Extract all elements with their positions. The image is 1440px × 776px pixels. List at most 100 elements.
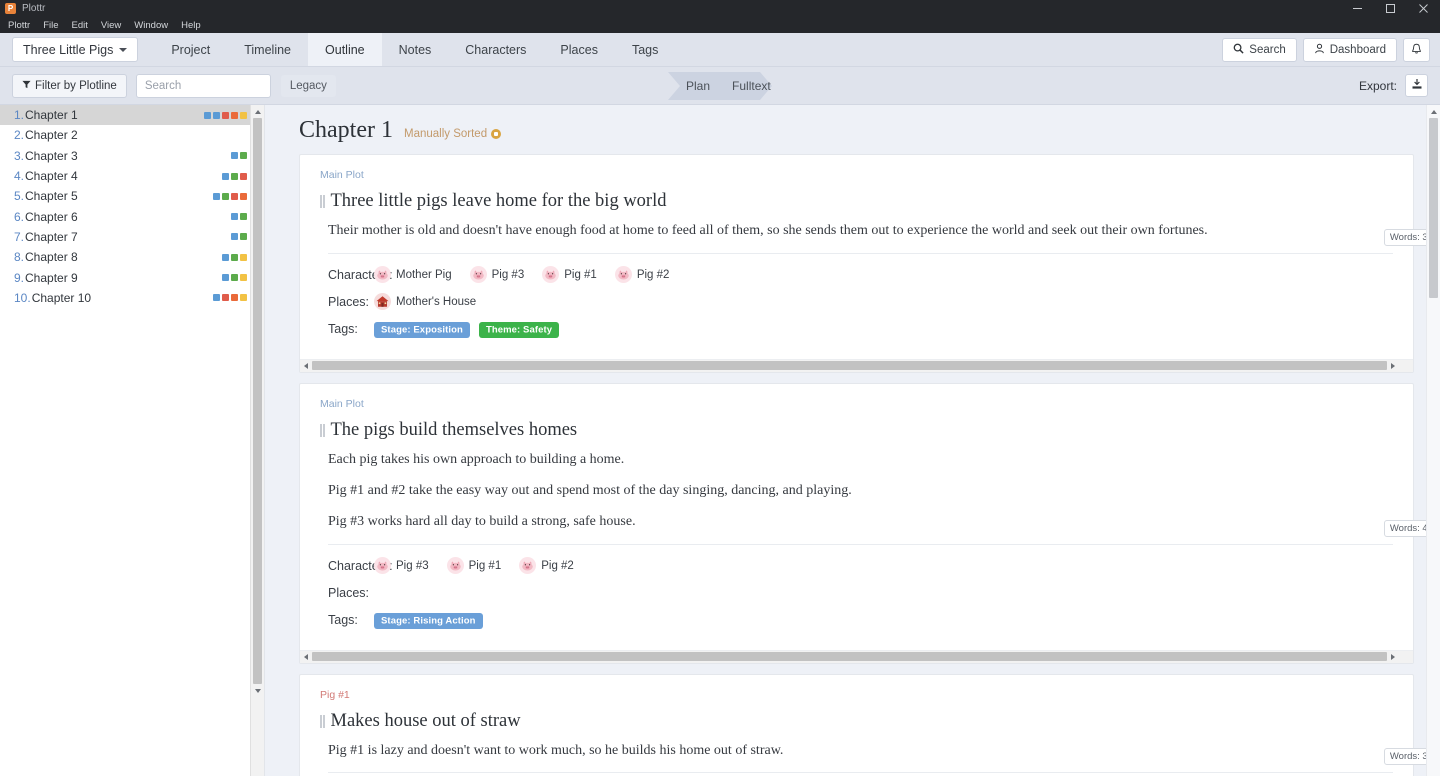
tab-project[interactable]: Project — [154, 33, 227, 66]
minimize-icon[interactable] — [1341, 0, 1374, 17]
main-scroll-up-icon[interactable] — [1427, 105, 1440, 118]
tag-badge[interactable]: Stage: Rising Action — [374, 613, 483, 630]
export-icon — [1411, 77, 1423, 95]
tags-row: Tags: Stage: Exposition Theme: Safety — [328, 318, 1393, 340]
sidebar-scrollbar[interactable] — [250, 105, 264, 776]
character-chip[interactable]: Pig #3 — [374, 557, 429, 575]
plotline-swatches — [222, 274, 247, 282]
chapter-label: Chapter 9 — [25, 270, 78, 285]
place-chip[interactable]: Mother's House — [374, 293, 477, 311]
main-scroll-thumb[interactable] — [1429, 118, 1438, 298]
characters-label: Characters: — [328, 558, 393, 573]
plotline-swatches — [222, 253, 247, 261]
character-chip[interactable]: Mother Pig — [374, 266, 452, 284]
plotline-swatch — [231, 172, 238, 180]
chapter-label: Chapter 1 — [25, 108, 78, 123]
menu-item-view[interactable]: View — [101, 20, 121, 31]
card-hscroll-thumb[interactable] — [312, 361, 1387, 371]
scroll-left-icon[interactable] — [300, 359, 312, 372]
drag-handle-icon[interactable] — [320, 714, 325, 728]
tab-characters[interactable]: Characters — [448, 33, 543, 66]
menu-item-plottr[interactable]: Plottr — [8, 20, 30, 31]
plotline-swatch — [240, 152, 247, 160]
chapter-label: Chapter 10 — [31, 290, 92, 305]
tag-badge[interactable]: Theme: Safety — [478, 322, 560, 339]
sidebar-item-chapter-7[interactable]: 7. Chapter 7 — [0, 227, 264, 247]
search-input[interactable] — [135, 73, 271, 98]
sidebar-item-chapter-6[interactable]: 6. Chapter 6 — [0, 206, 264, 226]
main-scrollbar[interactable] — [1426, 105, 1440, 776]
project-selector[interactable]: Three Little Pigs — [12, 37, 139, 62]
plotline-swatch — [213, 192, 220, 200]
tab-timeline[interactable]: Timeline — [227, 33, 308, 66]
sidebar-item-chapter-2[interactable]: 2. Chapter 2 — [0, 125, 264, 145]
card-horizontal-scrollbar[interactable] — [300, 358, 1413, 372]
tab-notes[interactable]: Notes — [382, 33, 449, 66]
sidebar-item-chapter-3[interactable]: 3. Chapter 3 — [0, 146, 264, 166]
sidebar-item-chapter-1[interactable]: 1. Chapter 1 — [0, 105, 264, 126]
scroll-left-icon[interactable] — [300, 650, 312, 663]
sidebar-item-chapter-10[interactable]: 10. Chapter 10 — [0, 288, 264, 308]
plotline-swatch — [231, 192, 238, 200]
view-mode-plan[interactable]: Plan — [668, 79, 721, 93]
gear-icon[interactable] — [491, 129, 502, 139]
sidebar-item-chapter-9[interactable]: 9. Chapter 9 — [0, 267, 264, 287]
scene-title: Makes house out of straw — [330, 710, 521, 731]
character-chip[interactable]: Pig #3 — [469, 266, 524, 284]
menu-item-help[interactable]: Help — [181, 20, 201, 31]
card-hscroll-thumb[interactable] — [312, 652, 1387, 662]
character-chip[interactable]: Pig #2 — [614, 266, 669, 284]
filter-by-plotline-button[interactable]: Filter by Plotline — [12, 73, 127, 98]
character-chip[interactable]: Pig #1 — [446, 557, 502, 575]
scene-body: Pig #1 is lazy and doesn't want to work … — [320, 742, 1439, 774]
character-chip[interactable]: Pig #2 — [519, 557, 574, 575]
card-horizontal-scrollbar[interactable] — [300, 649, 1413, 663]
scene-card[interactable]: Pig #1 Makes house out of straw Pig #1 is … — [299, 673, 1439, 776]
scroll-down-icon[interactable] — [251, 684, 265, 697]
place-name: Mother's House — [396, 295, 477, 308]
tags-row: Tags: Stage: Rising Action — [328, 609, 1393, 631]
menu-item-file[interactable]: File — [43, 20, 58, 31]
scene-card-list: Main Plot Three little pigs leave home fo… — [299, 154, 1439, 776]
scene-card[interactable]: Main Plot The pigs build themselves homes… — [299, 382, 1439, 664]
legacy-button[interactable]: Legacy — [280, 74, 336, 97]
search-button[interactable]: Search — [1222, 38, 1297, 62]
chapter-label: Chapter 8 — [25, 250, 78, 265]
character-name: Pig #1 — [468, 559, 502, 572]
sidebar-item-chapter-8[interactable]: 8. Chapter 8 — [0, 247, 264, 267]
places-label: Places: — [328, 294, 369, 309]
notifications-button[interactable] — [1403, 38, 1430, 62]
view-mode-fulltext[interactable]: Fulltext — [721, 79, 782, 93]
scene-card[interactable]: Main Plot Three little pigs leave home fo… — [299, 154, 1439, 373]
character-chip[interactable]: Pig #1 — [542, 266, 597, 284]
plotline-swatch — [213, 111, 220, 119]
tag-badge[interactable]: Stage: Exposition — [374, 322, 470, 339]
drag-handle-icon[interactable] — [320, 423, 325, 437]
scroll-up-icon[interactable] — [251, 105, 265, 118]
dashboard-button[interactable]: Dashboard — [1302, 38, 1397, 62]
tab-places[interactable]: Places — [543, 33, 615, 66]
sidebar-item-chapter-4[interactable]: 4. Chapter 4 — [0, 166, 264, 186]
plotline-swatches — [213, 294, 247, 302]
export-button[interactable] — [1405, 74, 1428, 97]
page-title: Chapter 1 — [299, 117, 393, 143]
scroll-right-icon[interactable] — [1387, 650, 1399, 663]
drag-handle-icon[interactable] — [320, 195, 325, 208]
menu-item-window[interactable]: Window — [134, 20, 168, 31]
sidebar-item-chapter-5[interactable]: 5. Chapter 5 — [0, 186, 264, 206]
tab-tags[interactable]: Tags — [615, 33, 675, 66]
maximize-icon[interactable] — [1374, 0, 1407, 17]
divider — [328, 543, 1393, 545]
plotline-swatch — [231, 111, 238, 119]
plotline-swatches — [231, 152, 247, 160]
filter-button-label: Filter by Plotline — [35, 79, 117, 92]
close-icon[interactable] — [1407, 0, 1440, 17]
tab-outline[interactable]: Outline — [308, 33, 382, 66]
plotline-swatch — [231, 253, 238, 261]
menu-item-edit[interactable]: Edit — [72, 20, 88, 31]
sidebar-scroll-thumb[interactable] — [253, 118, 262, 684]
manually-sorted-badge[interactable]: Manually Sorted — [404, 128, 502, 140]
scene-metadata: Characters: Pig #3 Pig #1 Pig #2 Places: Tags… — [320, 545, 1393, 650]
search-icon — [1233, 43, 1244, 57]
scroll-right-icon[interactable] — [1387, 359, 1399, 372]
